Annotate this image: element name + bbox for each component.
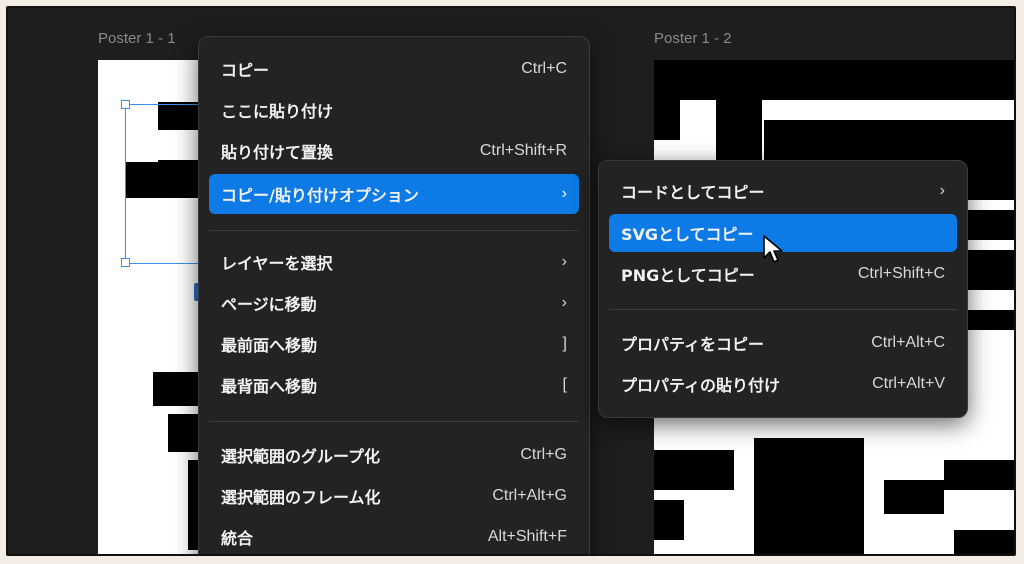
menu-divider bbox=[209, 421, 579, 422]
submenu-item-copy-properties[interactable]: プロパティをコピー Ctrl+Alt+C bbox=[609, 325, 957, 361]
poster-shape bbox=[754, 438, 864, 554]
submenu-item-paste-properties[interactable]: プロパティの貼り付け Ctrl+Alt+V bbox=[609, 366, 957, 402]
resize-handle[interactable] bbox=[121, 258, 130, 267]
menu-item-label: ここに貼り付け bbox=[221, 102, 334, 121]
menu-item-shortcut: Ctrl+Alt+G bbox=[492, 487, 567, 504]
poster-shape bbox=[764, 120, 1014, 160]
menu-item-select-layer[interactable]: レイヤーを選択 › bbox=[209, 244, 579, 280]
menu-item-label: 最背面へ移動 bbox=[221, 377, 318, 396]
chevron-right-icon: › bbox=[561, 294, 567, 311]
poster-shape bbox=[654, 60, 1014, 100]
submenu-item-copy-as-code[interactable]: コードとしてコピー › bbox=[609, 173, 957, 209]
menu-item-union[interactable]: 統合 Alt+Shift+F bbox=[209, 519, 579, 554]
menu-item-label: ページに移動 bbox=[221, 295, 317, 314]
poster-shape bbox=[944, 460, 1014, 490]
menu-item-shortcut: Ctrl+Shift+C bbox=[857, 265, 945, 282]
poster-shape bbox=[654, 500, 684, 540]
menu-divider bbox=[609, 309, 957, 310]
menu-item-shortcut: ] bbox=[562, 335, 567, 352]
menu-item-shortcut: Alt+Shift+F bbox=[487, 528, 567, 545]
menu-divider bbox=[209, 230, 579, 231]
menu-item-label: PNGとしてコピー bbox=[621, 266, 755, 285]
menu-item-bring-to-front[interactable]: 最前面へ移動 ] bbox=[209, 326, 579, 362]
menu-item-label: レイヤーを選択 bbox=[221, 254, 333, 273]
menu-item-shortcut: Ctrl+G bbox=[520, 446, 567, 463]
poster-1-1-label[interactable]: Poster 1 - 1 bbox=[98, 30, 176, 47]
menu-item-shortcut: Ctrl+Shift+R bbox=[479, 142, 567, 159]
submenu: コードとしてコピー › SVGとしてコピー PNGとしてコピー Ctrl+Shi… bbox=[598, 160, 968, 418]
menu-item-label: 選択範囲のフレーム化 bbox=[221, 488, 381, 507]
menu-item-label: 選択範囲のグループ化 bbox=[221, 447, 381, 466]
poster-shape bbox=[884, 480, 944, 514]
menu-item-label: プロパティの貼り付け bbox=[621, 376, 781, 395]
chevron-right-icon: › bbox=[939, 182, 945, 199]
chevron-right-icon: › bbox=[561, 253, 567, 270]
menu-item-paste-here[interactable]: ここに貼り付け bbox=[209, 92, 579, 128]
mouse-cursor-icon bbox=[763, 235, 783, 263]
menu-item-copy[interactable]: コピー Ctrl+C bbox=[209, 51, 579, 87]
menu-item-copy-paste-options[interactable]: コピー/貼り付けオプション › bbox=[209, 174, 579, 214]
resize-handle[interactable] bbox=[121, 100, 130, 109]
menu-item-group-selection[interactable]: 選択範囲のグループ化 Ctrl+G bbox=[209, 437, 579, 473]
menu-item-shortcut: Ctrl+Alt+C bbox=[871, 334, 945, 351]
menu-item-label: SVGとしてコピー bbox=[621, 225, 754, 244]
poster-shape bbox=[954, 530, 1014, 554]
menu-item-label: プロパティをコピー bbox=[621, 335, 765, 354]
poster-1-2-label[interactable]: Poster 1 - 2 bbox=[654, 30, 732, 47]
menu-item-shortcut: [ bbox=[562, 376, 567, 393]
canvas[interactable]: Poster 1 - 1 Poster 1 - 2 コピー Ctrl+C ここに… bbox=[6, 6, 1016, 556]
chevron-right-icon: › bbox=[561, 185, 567, 202]
menu-item-label: 最前面へ移動 bbox=[221, 336, 318, 355]
menu-item-shortcut: Ctrl+C bbox=[521, 60, 567, 77]
menu-item-send-to-back[interactable]: 最背面へ移動 [ bbox=[209, 367, 579, 403]
menu-item-label: コピー bbox=[221, 61, 270, 80]
menu-item-label: 統合 bbox=[221, 529, 254, 548]
menu-item-shortcut: Ctrl+Alt+V bbox=[872, 375, 945, 392]
menu-item-label: コードとしてコピー bbox=[621, 183, 765, 202]
context-menu: コピー Ctrl+C ここに貼り付け 貼り付けて置換 Ctrl+Shift+R … bbox=[198, 36, 590, 554]
poster-shape bbox=[654, 100, 680, 140]
menu-item-label: コピー/貼り付けオプション bbox=[221, 186, 419, 205]
menu-item-frame-selection[interactable]: 選択範囲のフレーム化 Ctrl+Alt+G bbox=[209, 478, 579, 514]
menu-item-label: 貼り付けて置換 bbox=[221, 143, 334, 162]
menu-item-move-to-page[interactable]: ページに移動 › bbox=[209, 285, 579, 321]
poster-shape bbox=[654, 450, 734, 490]
menu-item-paste-replace[interactable]: 貼り付けて置換 Ctrl+Shift+R bbox=[209, 133, 579, 169]
